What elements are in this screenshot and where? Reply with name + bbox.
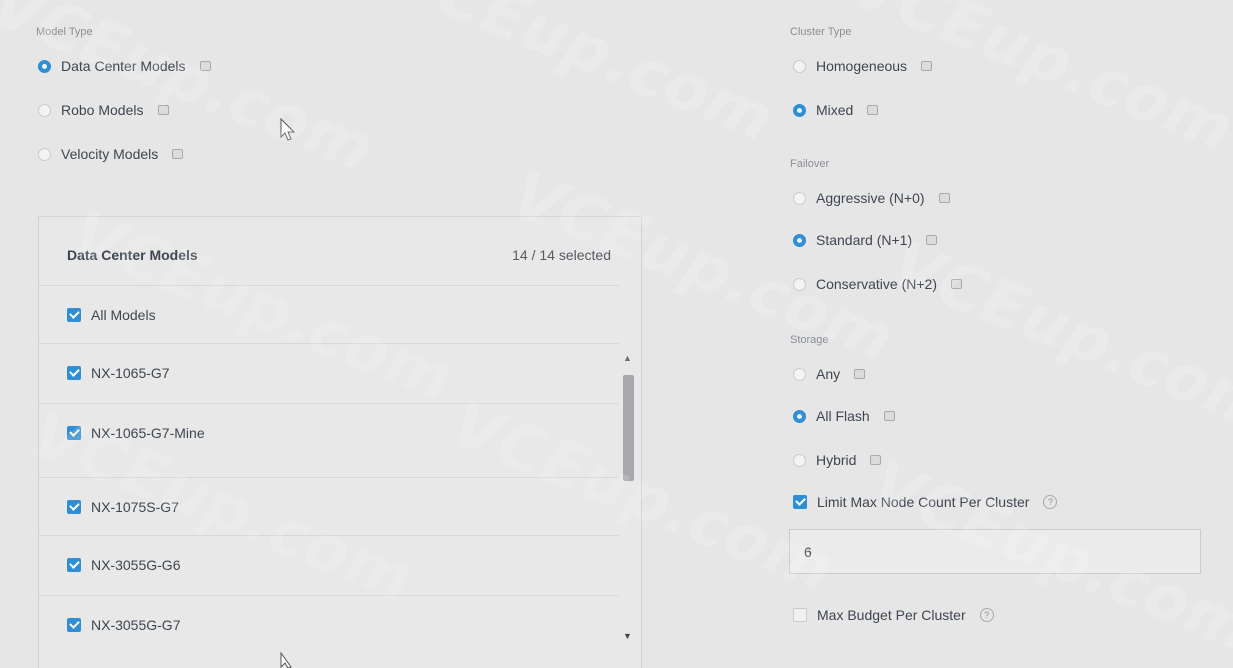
- checkbox-icon[interactable]: [67, 307, 81, 322]
- radio-icon[interactable]: [38, 147, 51, 161]
- mouse-cursor-icon: [280, 118, 296, 141]
- help-icon[interactable]: ?: [1043, 495, 1058, 509]
- radio-label: All Flash: [816, 408, 870, 424]
- info-icon[interactable]: [951, 279, 962, 289]
- storage-label: Storage: [790, 334, 829, 346]
- model-label: NX-1075S-G7: [91, 498, 179, 515]
- info-icon[interactable]: [870, 455, 882, 465]
- radio-data-center-models[interactable]: Data Center Models: [38, 58, 211, 74]
- model-type-label: Model Type: [36, 26, 93, 38]
- all-models-label: All Models: [91, 306, 156, 323]
- radio-label: Standard (N+1): [816, 232, 913, 248]
- checkbox-icon[interactable]: [67, 557, 81, 572]
- radio-label: Aggressive (N+0): [816, 190, 925, 206]
- info-icon[interactable]: [157, 105, 169, 115]
- radio-hybrid[interactable]: Hybrid: [793, 452, 882, 468]
- max-node-count-checkbox[interactable]: Limit Max Node Count Per Cluster ?: [793, 494, 1058, 510]
- info-icon[interactable]: [854, 369, 866, 379]
- failover-label: Failover: [790, 158, 830, 170]
- watermark-text: VCEup.com: [880, 226, 1233, 448]
- watermark-text: VCEup.com: [380, 0, 784, 158]
- radio-label: Homogeneous: [816, 58, 908, 74]
- all-models-row[interactable]: All Models: [39, 285, 619, 343]
- model-row[interactable]: NX-3055G-G7: [39, 595, 619, 653]
- radio-any[interactable]: Any: [793, 366, 866, 382]
- radio-icon[interactable]: [38, 103, 51, 117]
- radio-icon[interactable]: [793, 233, 806, 247]
- radio-all-flash[interactable]: All Flash: [793, 408, 895, 424]
- radio-homogeneous[interactable]: Homogeneous: [793, 58, 933, 74]
- info-icon[interactable]: [926, 235, 938, 245]
- checkbox-icon[interactable]: [67, 365, 81, 380]
- model-row[interactable]: NX-1065-G7-Mine: [39, 403, 619, 461]
- selected-count: 14 / 14 selected: [512, 247, 611, 263]
- radio-icon[interactable]: [793, 103, 806, 117]
- radio-icon[interactable]: [793, 191, 806, 205]
- model-label: NX-3055G-G7: [91, 616, 181, 633]
- info-icon[interactable]: [883, 411, 895, 421]
- watermark-text: VCEup.com: [840, 0, 1233, 168]
- radio-icon[interactable]: [793, 453, 806, 467]
- radio-velocity-models[interactable]: Velocity Models: [38, 146, 184, 162]
- model-row[interactable]: NX-3055G-G6: [39, 535, 619, 593]
- models-scrollbar[interactable]: ▲ ▼: [619, 353, 637, 653]
- model-label: NX-1065-G7: [91, 364, 170, 381]
- model-row[interactable]: NX-1075S-G7: [39, 477, 619, 535]
- checkbox-label: Limit Max Node Count Per Cluster: [817, 494, 1030, 510]
- model-row[interactable]: NX-1065-G7: [39, 343, 619, 401]
- radio-icon[interactable]: [793, 409, 806, 423]
- info-icon[interactable]: [938, 193, 950, 203]
- radio-icon[interactable]: [793, 59, 806, 73]
- radio-conservative[interactable]: Conservative (N+2): [793, 276, 962, 292]
- info-icon[interactable]: [172, 149, 184, 159]
- radio-label: Hybrid: [816, 452, 857, 468]
- radio-mixed[interactable]: Mixed: [793, 102, 879, 118]
- help-icon[interactable]: ?: [979, 608, 994, 622]
- radio-label: Velocity Models: [61, 146, 159, 162]
- scroll-up-icon[interactable]: ▲: [623, 353, 632, 363]
- radio-label: Robo Models: [61, 102, 144, 118]
- radio-robo-models[interactable]: Robo Models: [38, 102, 169, 118]
- info-icon[interactable]: [199, 61, 211, 71]
- model-label: NX-1065-G7-Mine: [91, 424, 205, 441]
- radio-icon[interactable]: [793, 277, 806, 291]
- mouse-cursor-icon: [280, 652, 292, 668]
- panel-title: Data Center Models: [67, 247, 198, 263]
- scroll-thumb[interactable]: [623, 375, 634, 481]
- checkbox-icon[interactable]: [67, 499, 81, 514]
- checkbox-icon[interactable]: [793, 495, 807, 509]
- radio-label: Mixed: [816, 102, 854, 118]
- checkbox-icon[interactable]: [67, 617, 81, 632]
- radio-label: Data Center Models: [61, 58, 186, 74]
- checkbox-label: Max Budget Per Cluster: [817, 607, 966, 623]
- checkbox-icon[interactable]: [793, 608, 807, 622]
- scroll-down-icon[interactable]: ▼: [623, 631, 632, 641]
- radio-label: Conservative (N+2): [816, 276, 937, 292]
- cluster-type-label: Cluster Type: [790, 26, 852, 38]
- model-label: NX-3055G-G6: [91, 556, 181, 573]
- models-panel: Data Center Models 14 / 14 selected All …: [38, 216, 642, 668]
- radio-aggressive[interactable]: Aggressive (N+0): [793, 190, 950, 206]
- info-icon[interactable]: [867, 105, 879, 115]
- radio-label: Any: [816, 366, 841, 382]
- radio-icon[interactable]: [38, 59, 51, 73]
- radio-standard[interactable]: Standard (N+1): [793, 232, 938, 248]
- max-budget-checkbox[interactable]: Max Budget Per Cluster ?: [793, 607, 994, 623]
- checkbox-icon[interactable]: [67, 425, 81, 440]
- info-icon[interactable]: [921, 61, 933, 71]
- radio-icon[interactable]: [793, 367, 806, 381]
- max-node-count-input[interactable]: [789, 529, 1201, 574]
